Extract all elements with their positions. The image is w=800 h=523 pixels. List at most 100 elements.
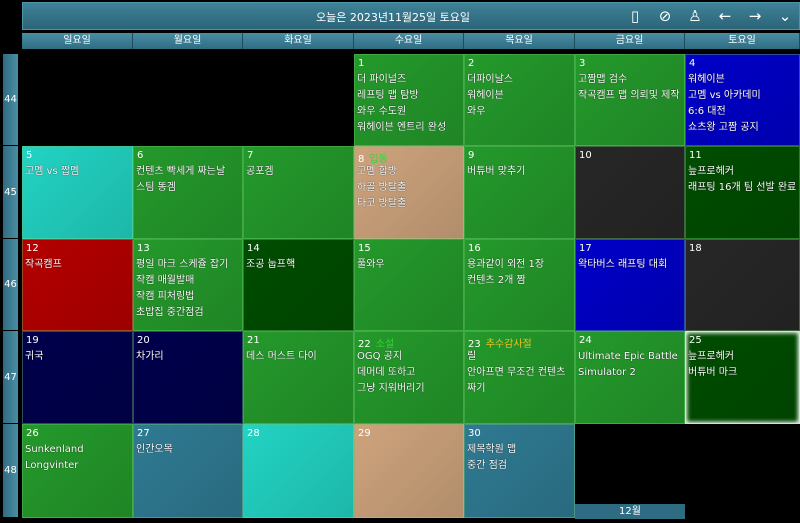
day-number-text: 7	[247, 150, 254, 161]
day-cell[interactable]: 19 귀국	[22, 331, 133, 424]
event-item[interactable]: 작캠 매월발매	[136, 273, 240, 289]
day-number: 6	[136, 150, 240, 164]
event-item[interactable]: 그냥 지워버리기	[357, 381, 461, 397]
day-cell[interactable]: 22 소설 OGQ 공지 데머데 또하고 그냥 지워버리기	[354, 331, 464, 424]
next-month-tab[interactable]: 12월	[575, 504, 685, 519]
event-item[interactable]: 작캠 피처링법	[136, 289, 240, 305]
day-cell[interactable]: 30 제목학원 맵 중간 점검	[464, 424, 575, 518]
day-cell[interactable]: 23 추수감사절 릴 안아프면 무조건 컨텐츠 짜기	[464, 331, 575, 424]
day-number-text: 1	[358, 58, 365, 69]
day-number: 23 추수감사절	[467, 335, 572, 350]
event-item[interactable]: 버튜버 맞추기	[467, 164, 572, 180]
event-item[interactable]: 데머데 또하고	[357, 365, 461, 381]
day-number-text: 6	[137, 150, 144, 161]
day-cell[interactable]: 8 입동 고멤 합방 하골 방탈출 타코 방탈출	[354, 146, 464, 239]
event-item[interactable]: 워헤이븐 엔트리 완성	[357, 120, 461, 136]
event-item[interactable]: Longvinter	[25, 458, 130, 474]
user-icon[interactable]: ♙	[687, 7, 703, 25]
event-item[interactable]: 쇼츠왕 고짬 공지	[688, 120, 797, 136]
day-cell[interactable]: 3 고짬맵 검수 작곡캠프 맵 의뢰및 제작	[575, 54, 685, 146]
sync-icon[interactable]: ⊘	[657, 7, 673, 25]
day-cell[interactable]: 26 Sunkenland Longvinter	[22, 424, 133, 518]
event-item[interactable]: 더 파이널즈	[357, 72, 461, 88]
event-item[interactable]: 늪프로헤커	[688, 164, 797, 180]
event-item[interactable]: 왁타버스 래프팅 대회	[578, 257, 682, 273]
day-cell[interactable]: 28	[243, 424, 354, 518]
day-number: 1	[357, 58, 461, 72]
day-cell[interactable]: 6 컨텐츠 빡세게 짜는날 스팀 똥겜	[133, 146, 243, 239]
day-cell[interactable]: 20 차가리	[133, 331, 243, 424]
event-item[interactable]: 고멤 vs 아카데미	[688, 88, 797, 104]
day-cell[interactable]: 16 용과같이 외전 1장 컨텐츠 2개 짬	[464, 239, 575, 331]
event-item[interactable]: 고짬맵 검수	[578, 72, 682, 88]
event-item[interactable]: 워헤이븐	[467, 88, 572, 104]
day-cell[interactable]: 9 버튜버 맞추기	[464, 146, 575, 239]
event-item[interactable]: 차가리	[136, 349, 240, 365]
day-cell[interactable]: 10	[575, 146, 685, 239]
event-item[interactable]: 초밥집 중간점검	[136, 305, 240, 321]
day-cell[interactable]: 15 풀와우	[354, 239, 464, 331]
day-cell[interactable]: 13 평일 마크 스케쥴 잡기 작캠 매월발매 작캠 피처링법 초밥집 중간점검	[133, 239, 243, 331]
event-item[interactable]: 안아프면 무조건 컨텐츠	[467, 365, 572, 381]
event-item[interactable]: 데스 머스트 다이	[246, 349, 351, 365]
event-item[interactable]: 고멤 합방	[357, 164, 461, 180]
event-item[interactable]: 컨텐츠 2개 짬	[467, 273, 572, 289]
event-item[interactable]: 중간 점검	[467, 458, 572, 474]
day-cell[interactable]: 25 늪프로헤커 버튜버 마크	[685, 331, 800, 424]
arrow-left-icon[interactable]: ←	[717, 7, 733, 25]
event-item[interactable]: 제목학원 맵	[467, 442, 572, 458]
event-item[interactable]: 고멤 vs 짭멤	[25, 164, 130, 180]
event-item[interactable]: Simulator 2	[578, 365, 682, 381]
event-item[interactable]: 풀와우	[357, 257, 461, 273]
day-number: 19	[25, 335, 130, 349]
event-item[interactable]: 워헤이븐	[688, 72, 797, 88]
event-item[interactable]: 릴	[467, 349, 572, 365]
event-item[interactable]: 짜기	[467, 381, 572, 397]
day-cell[interactable]: 12 작곡캠프	[22, 239, 133, 331]
day-cell[interactable]: 17 왁타버스 래프팅 대회	[575, 239, 685, 331]
event-item[interactable]: 조공 눕프핵	[246, 257, 351, 273]
arrow-right-icon[interactable]: →	[747, 7, 763, 25]
event-item[interactable]: 귀국	[25, 349, 130, 365]
day-cell[interactable]: 14 조공 눕프핵	[243, 239, 354, 331]
day-cell[interactable]: 27 인간오목	[133, 424, 243, 518]
event-item[interactable]: 하골 방탈출	[357, 180, 461, 196]
day-cell[interactable]: 2 더파이날스 워헤이븐 와우	[464, 54, 575, 146]
day-cell[interactable]: 29	[354, 424, 464, 518]
day-cell[interactable]: 24 Ultimate Epic Battle Simulator 2	[575, 331, 685, 424]
event-item[interactable]: 래프팅 16개 팀 선발 완료	[688, 180, 797, 196]
event-item[interactable]: 와우 수도원	[357, 104, 461, 120]
event-item[interactable]: 와우	[467, 104, 572, 120]
event-item[interactable]: 버튜버 마크	[688, 365, 797, 381]
event-item[interactable]: 늪프로헤커	[688, 349, 797, 365]
day-cell[interactable]: 11 늪프로헤커 래프팅 16개 팀 선발 완료	[685, 146, 800, 239]
event-item[interactable]: 작곡캠프	[25, 257, 130, 273]
day-number-text: 16	[468, 243, 481, 254]
event-item[interactable]: 더파이날스	[467, 72, 572, 88]
event-item[interactable]: 공포겜	[246, 164, 351, 180]
week-number: 47	[3, 331, 18, 424]
calendar-header: 오늘은 2023년11월25일 토요일 ▯ ⊘ ♙ ← → ⌄	[22, 2, 800, 30]
event-item[interactable]: Sunkenland	[25, 442, 130, 458]
week-number: 48	[3, 424, 18, 518]
day-cell[interactable]: 4 워헤이븐 고멤 vs 아카데미 6:6 대전 쇼츠왕 고짬 공지	[685, 54, 800, 146]
event-item[interactable]: 6:6 대전	[688, 104, 797, 120]
day-cell[interactable]: 21 데스 머스트 다이	[243, 331, 354, 424]
event-item[interactable]: 레프팅 맵 탐방	[357, 88, 461, 104]
chevron-down-icon[interactable]: ⌄	[777, 7, 793, 25]
event-item[interactable]: 인간오목	[136, 442, 240, 458]
day-cell[interactable]: 18	[685, 239, 800, 331]
day-cell[interactable]: 7 공포겜	[243, 146, 354, 239]
day-cell[interactable]: 1 더 파이널즈 레프팅 맵 탐방 와우 수도원 워헤이븐 엔트리 완성	[354, 54, 464, 146]
weekday-header: 월요일	[133, 33, 243, 49]
event-item[interactable]: 작곡캠프 맵 의뢰및 제작	[578, 88, 682, 104]
event-item[interactable]: 용과같이 외전 1장	[467, 257, 572, 273]
event-item[interactable]: OGQ 공지	[357, 349, 461, 365]
event-item[interactable]: Ultimate Epic Battle	[578, 349, 682, 365]
mobile-icon[interactable]: ▯	[627, 7, 643, 25]
event-item[interactable]: 스팀 똥겜	[136, 180, 240, 196]
day-cell[interactable]: 5 고멤 vs 짭멤	[22, 146, 133, 239]
event-item[interactable]: 컨텐츠 빡세게 짜는날	[136, 164, 240, 180]
event-item[interactable]: 타코 방탈출	[357, 196, 461, 212]
event-item[interactable]: 평일 마크 스케쥴 잡기	[136, 257, 240, 273]
